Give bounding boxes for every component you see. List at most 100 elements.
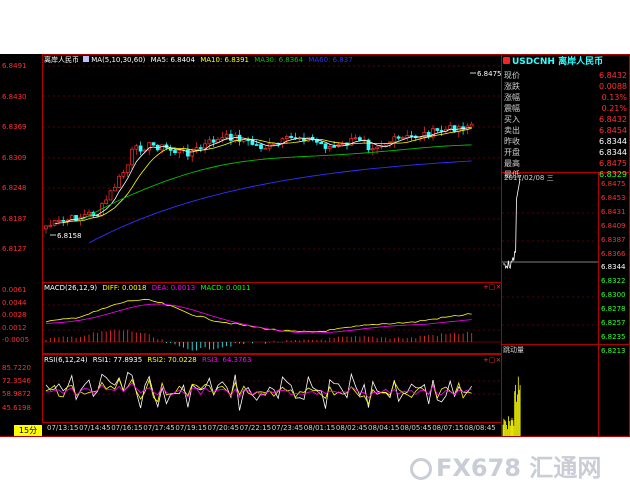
candle-body	[87, 211, 91, 215]
candle-body	[323, 143, 328, 149]
quote-label: 现价	[504, 71, 520, 80]
watermark-logo: FX678 汇通网	[410, 448, 601, 483]
time-tick-label: 07/20:45	[207, 424, 239, 432]
macd-tick-label: -0.0005	[2, 336, 30, 344]
quote-value: 6.8344	[599, 148, 627, 157]
candle-body	[375, 146, 379, 149]
ma60-line	[88, 160, 472, 244]
price-tick-label: 6.8491	[2, 62, 27, 70]
rsi-title: RSI(6,12,24)	[44, 356, 88, 364]
candle-body	[104, 199, 109, 204]
candle-body	[392, 136, 397, 143]
time-tick-label: 07/14:45	[79, 424, 111, 432]
rsi-tick-label: 72.3546	[2, 377, 31, 386]
rsi3-value: RSI3: 64.3763	[201, 356, 252, 364]
price-frame	[42, 54, 502, 283]
dea-value: DEA: 0.0013	[151, 284, 196, 292]
period-button[interactable]: 15分	[14, 425, 42, 436]
candle-body	[229, 133, 233, 141]
macd-tick-label: 0.0012	[2, 323, 27, 332]
candle-body	[254, 144, 259, 146]
intraday-tick-label: 6.8431	[601, 207, 626, 216]
macd-value: MACD: 0.0011	[200, 284, 251, 292]
macd-tick-label: 0.0044	[2, 298, 27, 307]
watermark-circle-icon	[410, 458, 432, 480]
time-tick-label: 08/01:15	[303, 424, 336, 432]
intraday-tick-label: 6.8475	[601, 180, 626, 188]
candle-body	[44, 225, 48, 230]
candle-body	[396, 136, 401, 139]
time-tick-label: 07/22:15	[239, 424, 272, 432]
candle-body	[173, 150, 177, 153]
indicator-toggle-icon[interactable]	[83, 56, 90, 62]
candle-body	[220, 137, 225, 140]
watermark-text: FX678 汇通网	[436, 454, 602, 482]
quote-name: 离岸人民币	[558, 57, 604, 67]
rsi-tick-label: 85.7220	[2, 364, 31, 372]
quote-label: 涨跌	[504, 82, 520, 91]
rsi-panel-controls[interactable]: +▢×	[483, 356, 501, 365]
candle-body	[409, 135, 414, 137]
quote-value: 6.8432	[599, 71, 627, 80]
candle-body	[108, 190, 113, 201]
intraday-tick-label: 6.8235	[601, 332, 626, 341]
price-tick-label: 6.8248	[2, 184, 27, 192]
candle-body	[48, 224, 53, 227]
candle-body	[74, 215, 78, 221]
candle-body	[57, 220, 61, 222]
candle-body	[61, 220, 66, 222]
candle-body	[259, 144, 263, 149]
quote-row: 涨幅 0.13%	[504, 92, 630, 103]
candle-body	[469, 123, 474, 127]
candle-body	[353, 137, 358, 140]
tick-volume-label: 跳动量	[503, 346, 524, 354]
macd-title: MACD(26,12,9)	[44, 284, 98, 292]
high-marker-label: 6.8475	[477, 70, 502, 78]
ma30-value: MA30: 6.8364	[254, 56, 304, 64]
quote-row: 最高 6.8475	[504, 158, 630, 169]
quote-symbol: USDCNH	[512, 57, 555, 67]
price-header: 离岸人民币 MA(5,10,30,60) MA5: 6.8404 MA10: 6…	[44, 56, 353, 65]
candle-body	[151, 142, 156, 146]
quote-label: 卖出	[504, 126, 520, 135]
candle-body	[117, 175, 121, 188]
price-grid	[43, 65, 501, 250]
quote-label: 涨幅	[504, 93, 520, 102]
intraday-tick-label: 6.8344	[601, 263, 626, 272]
candlestick-series	[44, 121, 474, 234]
intraday-tick-label: 6.8387	[601, 235, 626, 244]
quote-row: 现价 6.8432	[504, 70, 630, 81]
quote-title: USDCNH 离岸人民币	[512, 56, 603, 68]
quote-value: 6.8432	[599, 115, 627, 124]
candle-body	[130, 148, 134, 166]
time-tick-label: 08/07:15	[432, 424, 464, 432]
quote-label: 买入	[504, 115, 520, 124]
macd-panel-controls[interactable]: +▢×	[483, 283, 501, 292]
candle-body	[134, 145, 139, 150]
tick-volume-bars	[502, 376, 521, 436]
macd-grid	[43, 304, 501, 331]
candle-body	[121, 172, 126, 177]
intraday-tick-label: 6.8366	[601, 249, 626, 258]
time-tick-label: 07/17:45	[143, 424, 175, 432]
candle-body	[370, 148, 375, 151]
macd-header: MACD(26,12,9) DIFF: 0.0018 DEA: 0.0013 M…	[44, 284, 251, 293]
candle-body	[160, 144, 164, 151]
candle-body	[263, 147, 268, 150]
macd-tick-label: 0.0028	[2, 311, 27, 319]
macd-frame	[42, 282, 502, 354]
candle-body	[177, 150, 182, 153]
candle-body	[284, 136, 289, 140]
intraday-tick-label: 6.8278	[601, 305, 626, 314]
time-tick-label: 08/05:45	[400, 424, 432, 432]
candle-body	[138, 145, 143, 152]
quote-flag-icon	[503, 57, 510, 64]
quote-row: 开盘 6.8344	[504, 147, 630, 158]
quote-value: 6.8475	[599, 159, 627, 168]
intraday-tick-label: 6.8322	[601, 277, 626, 286]
price-tick-label: 6.8430	[2, 92, 27, 101]
time-tick-label: 07/19:15	[175, 424, 207, 432]
price-tick-label: 6.8127	[2, 245, 27, 253]
price-tick-label: 6.8187	[2, 214, 27, 223]
time-tick-label: 07/13:15	[47, 424, 79, 432]
